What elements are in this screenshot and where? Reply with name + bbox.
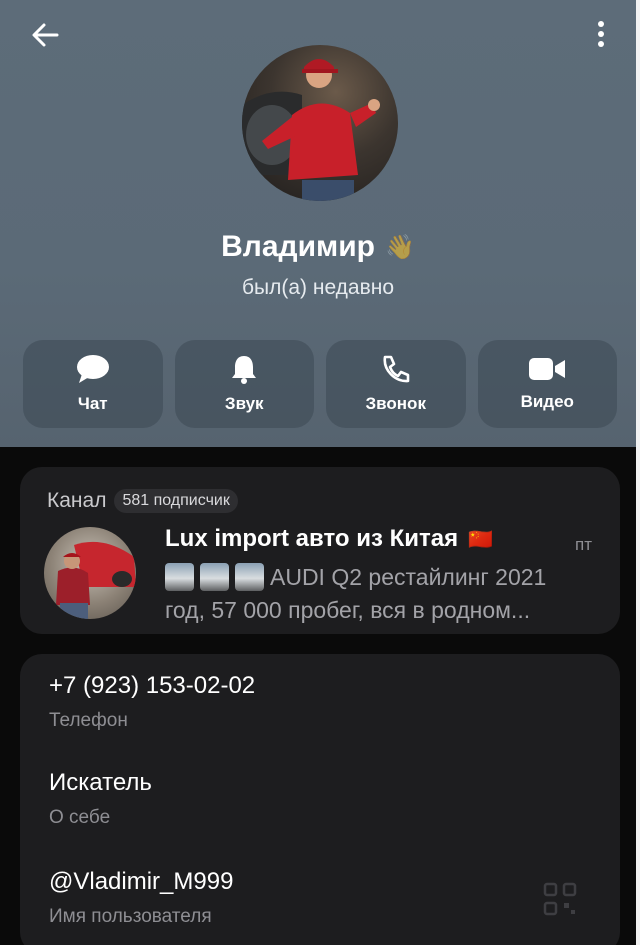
post-thumbnail [200,563,229,591]
phone-label: Телефон [49,710,128,731]
phone-value: +7 (923) 153-02-02 [49,672,256,699]
about-value: Искатель [49,769,152,796]
call-button-label: Звонок [365,394,426,413]
profile-name-row: Владимир 👋 [0,230,636,264]
subscribers-badge: 581 подписчик [114,489,238,513]
chat-button-label: Чат [77,394,108,413]
post-thumbnail [235,563,264,591]
call-button[interactable]: Звонок [326,340,466,428]
phone-icon [383,355,410,383]
video-button[interactable]: Видео [477,340,617,428]
back-button[interactable] [26,16,64,54]
video-camera-icon [529,358,566,380]
preview-text-line1: AUDI Q2 рестайлинг 2021 [270,563,547,590]
channel-name: Lux import авто из Китая [165,525,459,552]
chat-bubble-icon [76,355,109,383]
about-info-row[interactable]: Искатель О себе [49,769,152,829]
phone-info-row[interactable]: +7 (923) 153-02-02 Телефон [49,672,255,732]
sound-button[interactable]: Звук [174,340,314,428]
screen-edge [636,0,640,945]
linked-channel-card[interactable]: Канал 581 подписчик Lux import авто из К… [20,467,620,634]
last-seen-status: был(а) недавно [241,276,395,299]
bell-icon [232,356,257,384]
channel-section-header: Канал 581 подписчик [47,489,238,513]
preview-line: AUDI Q2 рестайлинг 2021 [165,563,605,591]
qr-code-icon [543,882,577,916]
avatar-photo [242,59,380,201]
sound-button-label: Звук [224,394,264,413]
channel-avatar-photo [56,541,136,619]
profile-name: Владимир [221,230,375,263]
action-buttons: Чат Звук Звонок Видео [23,340,617,428]
username-label: Имя пользователя [49,906,212,927]
username-value: @Vladimir_M999 [49,868,234,895]
post-time: пт [575,535,592,554]
preview-text-line2: год, 57 000 пробег, вся в родном... [165,597,531,623]
qr-code-button[interactable] [543,882,577,916]
profile-avatar[interactable] [242,45,398,201]
username-info-row[interactable]: @Vladimir_M999 Имя пользователя [49,868,233,928]
waving-hand-icon: 👋 [384,233,415,261]
channel-name-row: Lux import авто из Китая 🇨🇳 [165,525,493,553]
arrow-left-icon [32,23,59,47]
china-flag-icon: 🇨🇳 [468,527,493,551]
channel-post-preview: AUDI Q2 рестайлинг 2021 год, 57 000 проб… [165,563,605,624]
more-menu-button[interactable] [588,16,614,52]
about-label: О себе [49,807,111,828]
user-info-card: +7 (923) 153-02-02 Телефон Искатель О се… [20,654,620,945]
video-button-label: Видео [520,392,574,411]
more-vertical-icon [598,21,604,47]
post-thumbnail [165,563,194,591]
chat-button[interactable]: Чат [23,340,163,428]
channel-section-title: Канал [47,489,107,512]
channel-avatar [44,527,136,619]
